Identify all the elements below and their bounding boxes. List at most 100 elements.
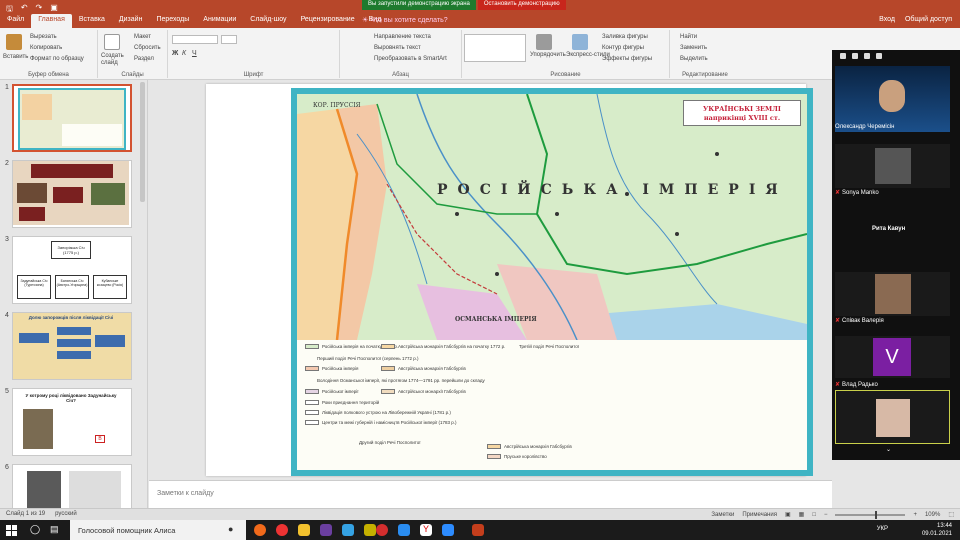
participant-video-1[interactable]: [835, 66, 950, 132]
microphone-icon[interactable]: ●: [228, 524, 233, 534]
historical-map: УКРАЇНСЬКІ ЗЕМЛІ наприкінці XVIII ст. РО…: [291, 88, 813, 476]
app-icon-yellow[interactable]: [364, 524, 376, 536]
paste-button[interactable]: Вставить: [3, 54, 28, 60]
text-direction-button[interactable]: Направление текста: [374, 34, 431, 40]
shape-fill-button[interactable]: Заливка фигуры: [602, 34, 648, 40]
shapes-gallery[interactable]: [464, 34, 526, 62]
section-button[interactable]: Раздел: [134, 56, 154, 62]
arrange-icon[interactable]: [536, 34, 552, 50]
reset-button[interactable]: Сбросить: [134, 45, 161, 51]
status-bar: Слайд 1 из 19 русский Заметки Примечания…: [0, 508, 960, 520]
tab-home[interactable]: Главная: [31, 14, 72, 28]
new-slide-button[interactable]: Создать слайд: [101, 53, 131, 67]
editing-group: Найти Заменить Выделить Редактирование: [670, 30, 740, 78]
system-clock[interactable]: 13:44 09.01.2021: [922, 522, 952, 538]
slide-thumbnail-2[interactable]: [12, 160, 132, 228]
shape-effects-button[interactable]: Эффекты фигуры: [602, 56, 652, 62]
find-button[interactable]: Найти: [680, 34, 697, 40]
zoom-thumb[interactable]: [875, 510, 878, 519]
gallery-icon[interactable]: [864, 53, 870, 59]
opera-icon[interactable]: [376, 524, 388, 536]
share-button[interactable]: Общий доступ: [905, 16, 952, 23]
powerpoint-icon[interactable]: [472, 524, 484, 536]
sign-in-link[interactable]: Вход: [879, 16, 895, 23]
paste-icon[interactable]: [6, 34, 22, 50]
slide-thumbnail-5[interactable]: У котрому році ліквідовано Задунайську С…: [12, 388, 132, 456]
notes-pane[interactable]: Заметки к слайду: [149, 480, 832, 508]
cut-button[interactable]: Вырезать: [30, 34, 57, 40]
slide-thumbnail-1[interactable]: [12, 84, 132, 152]
legend-item: Роки приєднання територій: [305, 400, 379, 405]
stop-sharing-button[interactable]: Остановить демонстрацию: [477, 0, 566, 10]
format-painter-button[interactable]: Формат по образцу: [30, 56, 84, 62]
underline-button[interactable]: Ч: [192, 50, 197, 57]
fit-slide-icon[interactable]: ⬚: [948, 511, 954, 518]
tab-animations[interactable]: Анимации: [196, 14, 243, 28]
input-language[interactable]: УКР: [877, 526, 888, 532]
participant-video-2[interactable]: [835, 144, 950, 188]
shape-outline-button[interactable]: Контур фигуры: [602, 45, 644, 51]
bold-button[interactable]: Ж: [172, 50, 178, 57]
align-text-button[interactable]: Выровнять текст: [374, 45, 421, 51]
slide-thumbnail-4[interactable]: Долю запорожців після ліквідації Січі: [12, 312, 132, 380]
slides-group: Создать слайд Макет Сбросить Раздел Слай…: [98, 30, 168, 78]
font-size-select[interactable]: [221, 35, 237, 44]
chrome-icon[interactable]: [276, 524, 288, 536]
app-icon-blue[interactable]: [398, 524, 410, 536]
select-button[interactable]: Выделить: [680, 56, 708, 62]
minimize-icon[interactable]: [876, 53, 882, 59]
copy-button[interactable]: Копировать: [30, 45, 62, 51]
tab-transitions[interactable]: Переходы: [149, 14, 196, 28]
tab-design[interactable]: Дизайн: [112, 14, 150, 28]
zoom-slider[interactable]: [835, 510, 906, 519]
language-indicator[interactable]: русский: [55, 511, 77, 517]
current-slide[interactable]: УКРАЇНСЬКІ ЗЕМЛІ наприкінці XVIII ст. РО…: [206, 84, 813, 476]
tab-insert[interactable]: Вставка: [72, 14, 112, 28]
normal-view-icon[interactable]: ▣: [785, 511, 791, 518]
italic-button[interactable]: К: [182, 50, 186, 57]
tab-file[interactable]: Файл: [0, 14, 31, 28]
speaker-view-icon[interactable]: [852, 53, 858, 59]
quick-styles-icon[interactable]: [572, 34, 588, 50]
slide-thumbnails-pane[interactable]: 1 2 3 Запорізька Січ (1775 р.) Задунайсь…: [0, 80, 148, 508]
grid-view-icon[interactable]: [840, 53, 846, 59]
font-name-select[interactable]: [172, 35, 218, 44]
map-canvas: УКРАЇНСЬКІ ЗЕМЛІ наприкінці XVIII ст. РО…: [297, 94, 807, 470]
app-icon-purple[interactable]: [320, 524, 332, 536]
arrange-button[interactable]: Упорядочить: [530, 52, 566, 58]
zoom-app-icon[interactable]: [442, 524, 454, 536]
firefox-icon[interactable]: [254, 524, 266, 536]
zoom-out-icon[interactable]: −: [824, 512, 828, 518]
start-button[interactable]: [0, 520, 22, 540]
slide-thumbnail-6[interactable]: [12, 464, 132, 508]
comments-toggle[interactable]: Примечания: [742, 512, 777, 518]
notes-toggle[interactable]: Заметки: [711, 512, 734, 518]
mail-icon[interactable]: [342, 524, 354, 536]
reading-view-icon[interactable]: □: [812, 512, 816, 518]
taskbar-search-input[interactable]: Голосовой помощник Алиса: [70, 520, 246, 540]
tab-slideshow[interactable]: Слайд-шоу: [243, 14, 293, 28]
convert-smartart-button[interactable]: Преобразовать в SmartArt: [374, 56, 447, 62]
zoom-level[interactable]: 109%: [925, 512, 940, 518]
tell-me-search[interactable]: ☀ Что вы хотите сделать?: [362, 16, 448, 24]
zoom-in-icon[interactable]: +: [913, 512, 917, 518]
new-slide-icon[interactable]: [104, 34, 120, 50]
thumb-tree-root: Запорізька Січ (1775 р.): [51, 241, 91, 259]
tab-review[interactable]: Рецензирование: [294, 14, 362, 28]
task-view-icon[interactable]: ▤: [50, 524, 59, 535]
search-icon[interactable]: ◯: [30, 524, 40, 535]
layout-button[interactable]: Макет: [134, 34, 151, 40]
participant-video-5[interactable]: V: [835, 336, 950, 378]
thumb-number: 4: [5, 312, 9, 319]
file-explorer-icon[interactable]: [298, 524, 310, 536]
yandex-icon[interactable]: Y: [420, 524, 432, 536]
replace-button[interactable]: Заменить: [680, 45, 707, 51]
slide-thumbnail-3[interactable]: Запорізька Січ (1775 р.) Задунайська Січ…: [12, 236, 132, 304]
thumb-number: 2: [5, 160, 9, 167]
scroll-down-icon[interactable]: ⌄: [886, 446, 891, 453]
thumbnails-scrollbar[interactable]: [140, 82, 145, 202]
font-group-label: Шрифт: [243, 72, 264, 78]
participant-video-6[interactable]: [835, 390, 950, 444]
participant-video-4[interactable]: [835, 272, 950, 316]
sorter-view-icon[interactable]: ▦: [799, 511, 805, 518]
